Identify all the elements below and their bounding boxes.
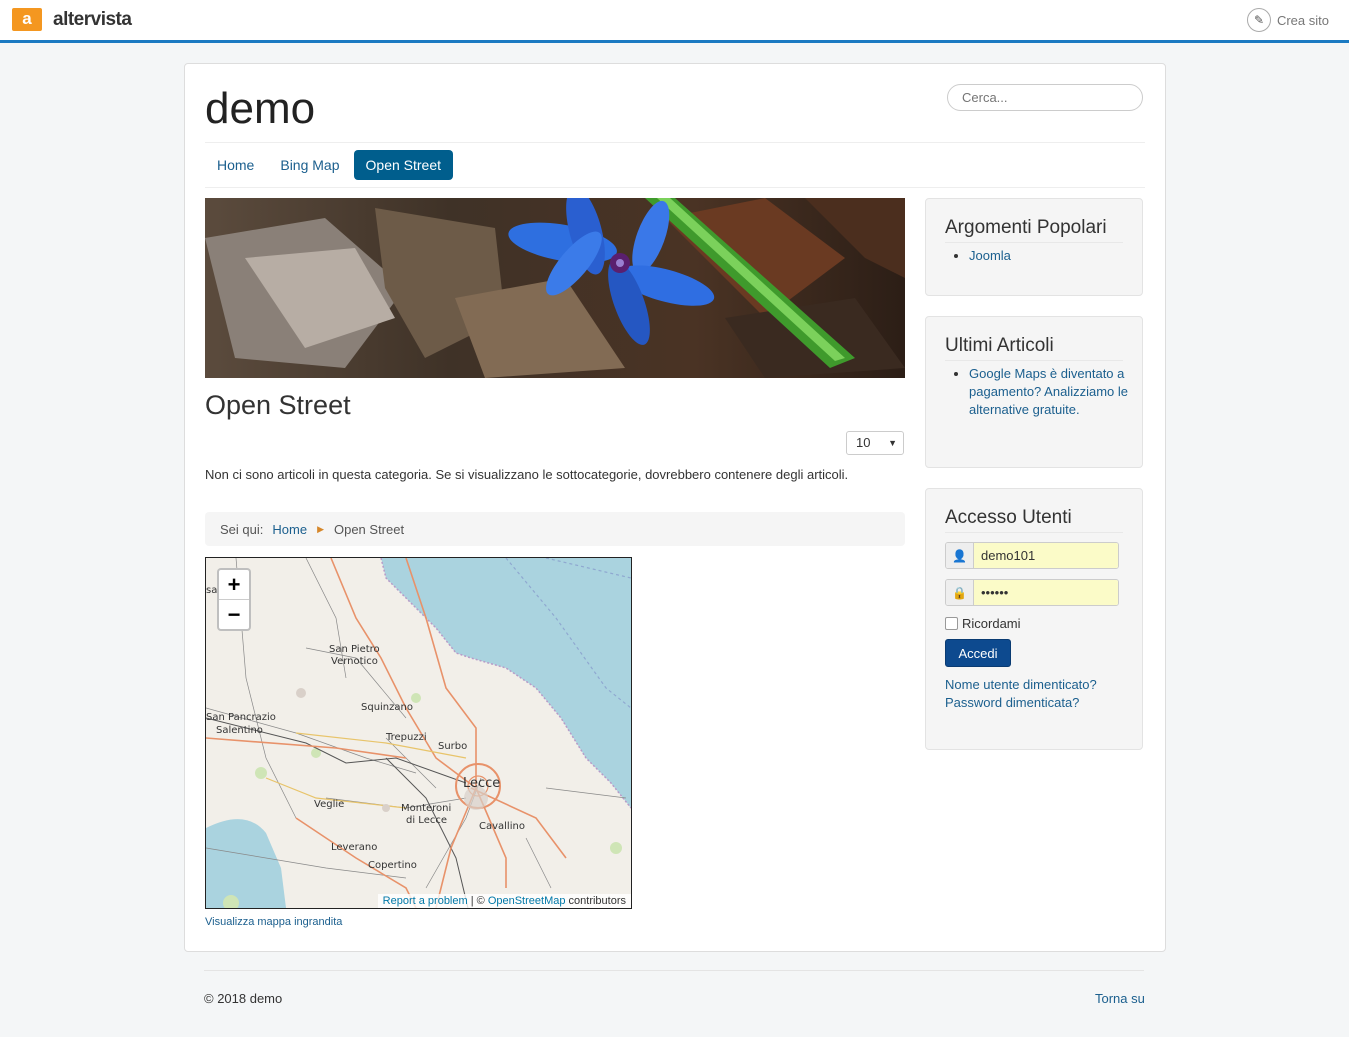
svg-text:di Lecce: di Lecce [406,815,447,826]
popular-tags-module: Argomenti Popolari Joomla [925,198,1143,296]
site-title[interactable]: demo [205,84,315,134]
view-larger-map-link[interactable]: Visualizza mappa ingrandita [205,916,342,928]
svg-text:sa: sa [206,585,217,596]
search-input[interactable] [947,84,1143,111]
login-button[interactable]: Accedi [945,639,1011,667]
breadcrumb-separator-icon: ▶ [317,523,324,534]
svg-text:San Pietro: San Pietro [329,644,380,655]
dropdown-arrow-icon: ▼ [888,438,897,448]
svg-text:Leverano: Leverano [331,842,377,853]
divider [205,187,1145,188]
divider [945,360,1123,361]
module-title: Accesso Utenti [945,507,1072,528]
password-value[interactable]: •••••• [974,580,1118,605]
username-field[interactable]: 👤 demo101 [945,542,1119,569]
footer-copyright: © 2018 demo [204,991,283,1006]
altervista-topbar: a altervista ✎ Crea sito [0,0,1349,43]
list-item: Joomla [969,247,1129,265]
page-container: demo Home Bing Map Open Street [184,63,1166,952]
username-value[interactable]: demo101 [974,543,1118,568]
breadcrumb-current: Open Street [333,521,405,537]
svg-text:Surbo: Surbo [438,741,467,752]
user-icon: 👤 [946,543,974,568]
display-limit-select[interactable]: 10 ▼ [846,431,904,455]
footer-divider [204,970,1144,971]
no-articles-message: Non ci sono articoli in questa categoria… [205,467,849,482]
password-field[interactable]: 🔒 •••••• [945,579,1119,606]
tag-link-joomla[interactable]: Joomla [969,248,1011,263]
svg-text:Cavallino: Cavallino [479,821,525,832]
zoom-in-button[interactable]: + [219,570,249,599]
svg-text:Squinzano: Squinzano [361,702,413,713]
svg-text:Copertino: Copertino [368,860,417,871]
openstreetmap-link[interactable]: OpenStreetMap [488,895,566,907]
popular-tags-list: Joomla [945,247,1129,265]
remember-me[interactable]: Ricordami [945,616,1021,631]
openstreetmap-map[interactable]: San Pietro Vernotico Squinzano San Pancr… [205,557,632,909]
nav-item-open-street[interactable]: Open Street [353,150,454,180]
crea-sito-link[interactable]: ✎ Crea sito [1246,8,1329,32]
forgot-username-link[interactable]: Nome utente dimenticato? [945,676,1097,694]
login-help-links: Nome utente dimenticato? Password diment… [945,676,1097,712]
latest-articles-module: Ultimi Articoli Google Maps è diventato … [925,316,1143,468]
svg-text:Monteroni: Monteroni [401,803,451,814]
map-attribution: Report a problem | © OpenStreetMap contr… [377,894,631,908]
back-to-top-link[interactable]: Torna su [1095,991,1145,1006]
report-problem-link[interactable]: Report a problem [383,895,468,907]
display-limit-value: 10 [856,435,871,450]
altervista-logo-icon[interactable]: a [12,8,42,31]
category-heading: Open Street [205,390,351,420]
svg-text:Salentino: Salentino [216,725,263,736]
list-item: Google Maps è diventato a pagamento? Ana… [969,365,1129,419]
attribution-tail: contributors [565,895,626,907]
zoom-out-button[interactable]: − [219,599,249,629]
module-title: Ultimi Articoli [945,335,1054,356]
altervista-brand[interactable]: altervista [53,9,132,31]
nav-item-bing-map[interactable]: Bing Map [268,150,351,180]
banner-image [205,198,905,378]
remember-checkbox[interactable] [945,617,958,630]
crea-sito-label: Crea sito [1276,12,1329,28]
lock-icon: 🔒 [946,580,974,605]
forgot-password-link[interactable]: Password dimenticata? [945,694,1097,712]
latest-articles-list: Google Maps è diventato a pagamento? Ana… [945,365,1129,419]
divider [205,142,1145,143]
divider [945,532,1123,533]
svg-text:Veglie: Veglie [314,799,344,810]
svg-text:Trepuzzi: Trepuzzi [385,732,427,743]
pencil-icon: ✎ [1246,8,1271,32]
remember-label: Ricordami [962,616,1021,631]
nav-item-home[interactable]: Home [205,150,266,180]
main-nav: Home Bing Map Open Street [205,150,455,180]
module-title: Argomenti Popolari [945,217,1107,238]
breadcrumb-home-link[interactable]: Home [272,522,307,537]
map-tiles: San Pietro Vernotico Squinzano San Pancr… [206,558,631,908]
breadcrumb-label: Sei qui: [220,521,264,537]
svg-text:Lecce: Lecce [463,776,500,791]
map-zoom-control: + − [217,568,251,631]
article-link[interactable]: Google Maps è diventato a pagamento? Ana… [969,366,1128,417]
svg-text:San Pancrazio: San Pancrazio [206,712,276,723]
svg-text:Vernotico: Vernotico [331,656,378,667]
attribution-separator: | © [467,895,488,907]
breadcrumb: Sei qui: Home ▶ Open Street [205,512,905,546]
login-module: Accesso Utenti 👤 demo101 🔒 •••••• Ricord… [925,488,1143,750]
divider [945,242,1123,243]
